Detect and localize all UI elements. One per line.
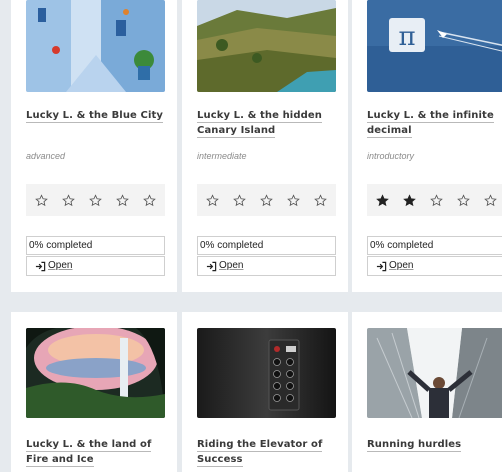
course-thumbnail[interactable] [197,328,336,418]
course-card-blue-city: Lucky L. & the Blue City advanced 0% com… [11,0,177,292]
open-button[interactable]: Open [367,256,502,276]
progress-status: 0% completed [26,236,165,255]
star-icon[interactable] [206,193,219,207]
star-icon[interactable] [62,193,75,207]
course-card-fire-and-ice: Lucky L. & the land of Fire and Ice [11,312,177,472]
rating-stars[interactable] [197,184,336,216]
course-thumbnail[interactable] [367,328,502,418]
star-icon[interactable] [143,193,156,207]
star-icon[interactable] [116,193,129,207]
star-icon[interactable] [376,193,389,207]
star-icon[interactable] [314,193,327,207]
star-icon[interactable] [403,193,416,207]
open-button-label: Open [219,260,244,271]
course-card-infinite-decimal: π Lucky L. & the infinite decimal introd… [352,0,502,292]
open-button[interactable]: Open [26,256,165,276]
course-level: intermediate [197,151,247,161]
course-thumbnail[interactable] [197,0,336,92]
star-icon[interactable] [457,193,470,207]
course-title[interactable]: Running hurdles [367,437,502,452]
progress-status: 0% completed [197,236,336,255]
open-button[interactable]: Open [197,256,336,276]
star-icon[interactable] [484,193,497,207]
course-level: introductory [367,151,415,161]
star-icon[interactable] [260,193,273,207]
rating-stars[interactable] [26,184,165,216]
open-button-label: Open [48,260,73,271]
star-icon[interactable] [35,193,48,207]
rating-stars[interactable] [367,184,502,216]
course-card-canary-island: Lucky L. & the hidden Canary Island inte… [182,0,348,292]
course-title[interactable]: Lucky L. & the Blue City [26,108,171,123]
progress-status: 0% completed [367,236,502,255]
course-thumbnail[interactable]: π [367,0,502,92]
course-title[interactable]: Riding the Elevator of Success [197,437,342,467]
course-title[interactable]: Lucky L. & the infinite decimal [367,108,502,138]
sign-in-icon [206,261,217,271]
star-icon[interactable] [287,193,300,207]
course-title[interactable]: Lucky L. & the land of Fire and Ice [26,437,171,467]
sign-in-icon [376,261,387,271]
sign-in-icon [35,261,46,271]
course-level: advanced [26,151,66,161]
course-thumbnail[interactable] [26,328,165,418]
course-title[interactable]: Lucky L. & the hidden Canary Island [197,108,342,138]
star-icon[interactable] [89,193,102,207]
svg-text:π: π [398,22,415,52]
course-card-running-hurdles: Running hurdles [352,312,502,472]
open-button-label: Open [389,260,414,271]
course-thumbnail[interactable] [26,0,165,92]
star-icon[interactable] [430,193,443,207]
course-card-elevator: Riding the Elevator of Success [182,312,348,472]
star-icon[interactable] [233,193,246,207]
